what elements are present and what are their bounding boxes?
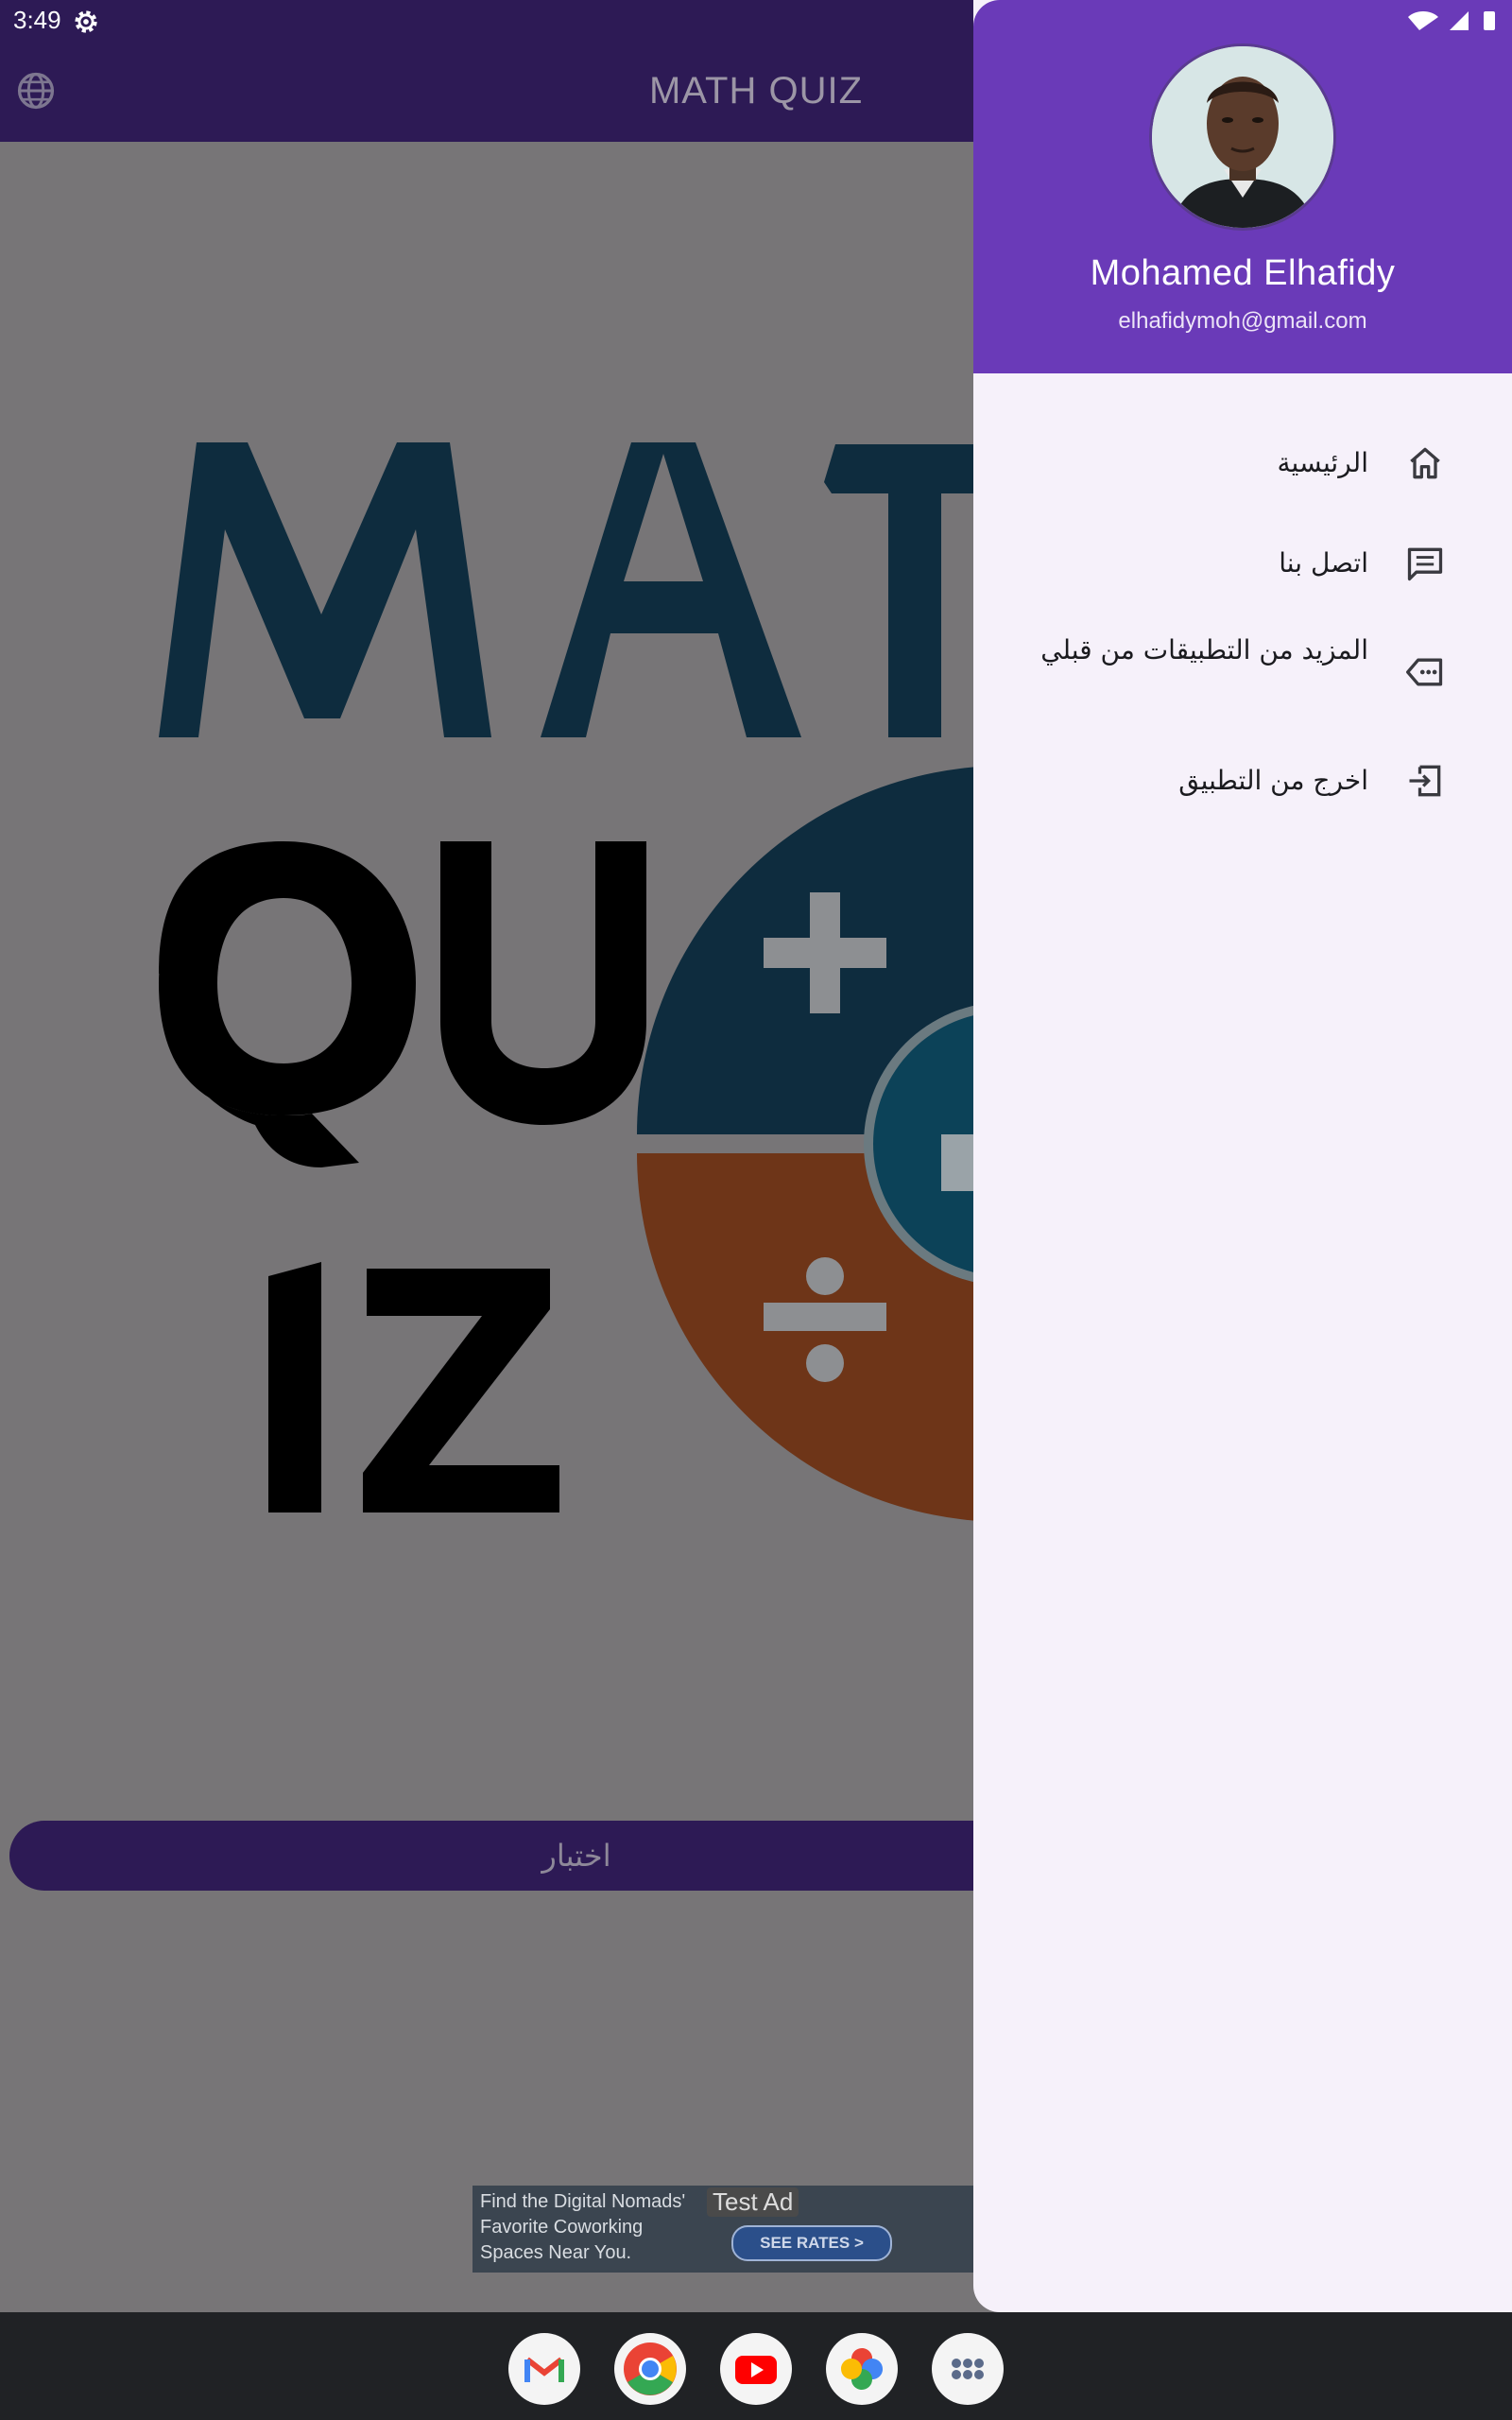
profile-email: elhafidymoh@gmail.com [1118, 308, 1367, 334]
ad-text: Find the Digital Nomads' Favorite Cowork… [480, 2191, 686, 2263]
drawer-item-home[interactable]: الرئيسية [973, 442, 1512, 484]
drawer-item-more-apps[interactable]: المزيد من التطبيقات من قبلي [973, 630, 1512, 715]
youtube-icon[interactable] [720, 2333, 792, 2405]
drawer-item-contact[interactable]: اتصل بنا [973, 543, 1512, 584]
more-label-icon [1406, 658, 1443, 686]
drawer-item-label: المزيد من التطبيقات من قبلي [1040, 634, 1368, 666]
navigation-drawer: Mohamed Elhafidy elhafidymoh@gmail.com ا… [973, 0, 1512, 2312]
photos-icon[interactable] [826, 2333, 898, 2405]
profile-name: Mohamed Elhafidy [1090, 253, 1396, 293]
test-ad-badge: Test Ad [707, 2187, 799, 2217]
drawer-item-label: الرئيسية [1277, 447, 1368, 478]
avatar[interactable] [1149, 43, 1336, 231]
settings-gear-icon [75, 10, 97, 33]
signal-icon [1450, 11, 1469, 30]
gmail-icon[interactable] [508, 2333, 580, 2405]
apps-grid-icon[interactable] [932, 2333, 1004, 2405]
status-icons [1408, 11, 1495, 30]
status-time: 3:49 [13, 6, 61, 34]
battery-icon [1484, 11, 1495, 30]
drawer-item-label: اخرج من التطبيق [1178, 765, 1368, 796]
system-nav-dock [0, 2312, 1512, 2420]
chrome-icon[interactable] [614, 2333, 686, 2405]
test-ad-banner[interactable]: Find the Digital Nomads' Favorite Cowork… [472, 2186, 1002, 2273]
message-icon [1407, 547, 1443, 581]
drawer-header: Mohamed Elhafidy elhafidymoh@gmail.com [973, 0, 1512, 373]
ad-cta-button[interactable]: SEE RATES > [731, 2225, 892, 2261]
logout-icon [1409, 765, 1441, 797]
drawer-item-exit[interactable]: اخرج من التطبيق [973, 760, 1512, 802]
drawer-item-label: اتصل بنا [1279, 547, 1368, 579]
home-icon [1410, 447, 1440, 479]
wifi-icon [1408, 11, 1438, 30]
